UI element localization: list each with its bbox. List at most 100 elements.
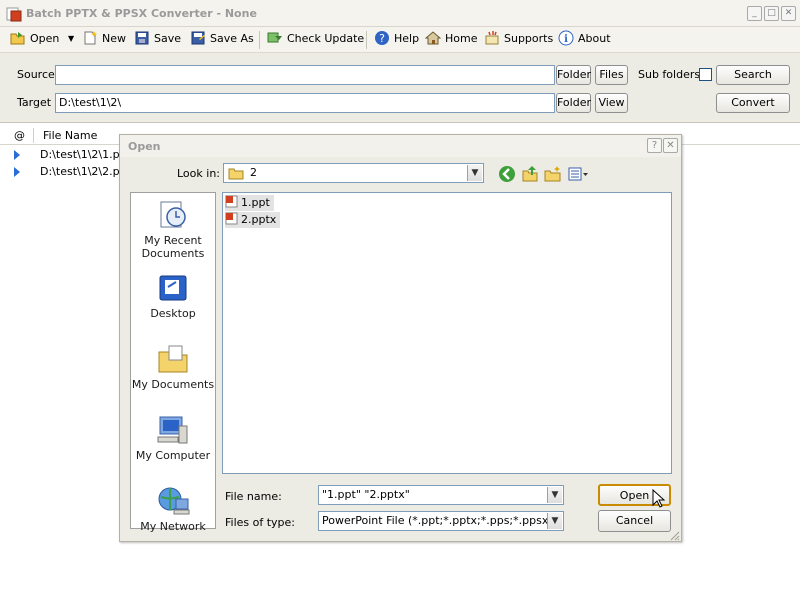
open-button[interactable]: Open bbox=[10, 30, 59, 50]
save-as-label: Save As bbox=[210, 32, 254, 45]
file-type-dropdown-icon[interactable]: ▼ bbox=[547, 513, 562, 529]
save-label: Save bbox=[154, 32, 182, 45]
mouse-cursor-icon bbox=[652, 489, 666, 508]
look-in-label: Look in: bbox=[177, 167, 220, 180]
my-network-icon bbox=[158, 487, 190, 515]
column-header-filename[interactable]: File Name bbox=[43, 129, 97, 142]
place-label: My Documents bbox=[131, 378, 215, 391]
folder-icon bbox=[228, 168, 244, 180]
subfolders-checkbox[interactable] bbox=[699, 68, 712, 81]
info-icon: i bbox=[558, 30, 574, 46]
view-menu-icon[interactable] bbox=[568, 166, 590, 182]
place-my-recent-documents[interactable]: My Recent Documents bbox=[131, 199, 215, 260]
dialog-help-button[interactable]: ? bbox=[647, 138, 662, 153]
new-folder-icon[interactable] bbox=[544, 165, 562, 183]
place-desktop[interactable]: Desktop bbox=[131, 272, 215, 320]
file-name: 2.pptx bbox=[241, 213, 277, 226]
minimize-button[interactable]: _ bbox=[747, 6, 762, 21]
recent-documents-icon bbox=[160, 201, 186, 228]
place-my-documents[interactable]: My Documents bbox=[131, 343, 215, 391]
home-icon bbox=[425, 31, 441, 45]
dialog-title: Open bbox=[128, 140, 161, 153]
file-name-dropdown-icon[interactable]: ▼ bbox=[547, 487, 562, 503]
convert-button[interactable]: Convert bbox=[716, 93, 790, 113]
file-name-label: File name: bbox=[225, 490, 282, 503]
close-button[interactable]: ✕ bbox=[781, 6, 796, 21]
new-button[interactable]: New bbox=[82, 30, 126, 50]
list-item[interactable]: D:\test\1\2\1.pp bbox=[40, 146, 127, 164]
target-input[interactable]: D:\test\1\2\ bbox=[55, 93, 555, 113]
my-documents-icon bbox=[158, 345, 188, 373]
up-folder-icon[interactable] bbox=[521, 165, 539, 183]
home-button[interactable]: Home bbox=[425, 30, 477, 50]
dialog-close-button[interactable]: ✕ bbox=[663, 138, 678, 153]
file-name-value: "1.ppt" "2.pptx" bbox=[322, 488, 410, 501]
save-as-icon bbox=[191, 31, 205, 45]
source-input[interactable] bbox=[55, 65, 555, 85]
row-expand-icon[interactable] bbox=[14, 167, 20, 177]
check-update-button[interactable]: Check Update bbox=[267, 30, 364, 50]
save-as-button[interactable]: Save As bbox=[190, 30, 254, 50]
maximize-button[interactable]: □ bbox=[764, 6, 779, 21]
column-divider bbox=[33, 128, 34, 143]
source-files-button[interactable]: Files bbox=[595, 65, 628, 85]
file-item[interactable]: 1.ppt bbox=[225, 195, 274, 211]
supports-icon bbox=[485, 31, 499, 45]
source-folder-button[interactable]: Folder bbox=[556, 65, 591, 85]
file-type-label: Files of type: bbox=[225, 516, 296, 529]
subfolders-label: Sub folders bbox=[638, 68, 701, 81]
look-in-dropdown-icon[interactable]: ▼ bbox=[467, 165, 482, 181]
place-label: My Computer bbox=[135, 449, 211, 462]
about-button[interactable]: i About bbox=[558, 30, 611, 50]
open-folder-icon bbox=[10, 32, 25, 45]
save-button[interactable]: Save bbox=[134, 30, 181, 50]
view-button[interactable]: View bbox=[595, 93, 628, 113]
place-my-network[interactable]: My Network bbox=[131, 485, 215, 533]
open-dialog: Open ? ✕ Look in: 2 ▼ My Recent Document… bbox=[119, 134, 682, 542]
check-update-label: Check Update bbox=[287, 32, 365, 45]
powerpoint-file-icon bbox=[225, 212, 238, 225]
resize-grip-icon[interactable] bbox=[668, 529, 680, 541]
file-item[interactable]: 2.pptx bbox=[225, 212, 281, 228]
svg-text:?: ? bbox=[379, 32, 385, 45]
svg-text:i: i bbox=[564, 34, 568, 45]
update-icon bbox=[267, 32, 282, 43]
desktop-icon bbox=[159, 275, 187, 301]
supports-button[interactable]: Supports bbox=[484, 30, 553, 50]
look-in-select[interactable]: 2 ▼ bbox=[223, 163, 484, 183]
search-button[interactable]: Search bbox=[716, 65, 790, 85]
title-bar: Batch PPTX & PPSX Converter - None _ □ ✕ bbox=[0, 0, 800, 27]
toolbar: Open ▼ New Save Save As Check Update ? He… bbox=[0, 27, 800, 53]
target-folder-button[interactable]: Folder bbox=[556, 93, 591, 113]
target-label: Target bbox=[17, 96, 52, 109]
file-type-select[interactable]: PowerPoint File (*.ppt;*.pptx;*.pps;*.pp… bbox=[318, 511, 564, 531]
dialog-title-bar: Open ? ✕ bbox=[120, 135, 681, 157]
about-label: About bbox=[578, 32, 611, 45]
new-label: New bbox=[102, 32, 126, 45]
source-label: Source bbox=[17, 68, 55, 81]
supports-label: Supports bbox=[504, 32, 554, 45]
open-label: Open bbox=[30, 32, 60, 45]
place-my-computer[interactable]: My Computer bbox=[131, 414, 215, 462]
file-name: 1.ppt bbox=[241, 196, 270, 209]
powerpoint-file-icon bbox=[225, 195, 238, 208]
new-document-icon bbox=[84, 31, 97, 45]
place-label: My Recent Documents bbox=[141, 234, 205, 260]
help-label: Help bbox=[394, 32, 420, 45]
file-type-value: PowerPoint File (*.ppt;*.pptx;*.pps;*.pp… bbox=[322, 514, 553, 527]
my-computer-icon bbox=[157, 416, 188, 444]
toolbar-separator bbox=[366, 31, 367, 49]
places-bar: My Recent Documents Desktop My Documents… bbox=[130, 192, 216, 533]
cancel-button[interactable]: Cancel bbox=[598, 510, 671, 532]
help-button[interactable]: ? Help bbox=[374, 30, 419, 50]
path-panel: Source Folder Files Sub folders Search T… bbox=[0, 53, 800, 123]
open-dropdown-arrow-icon[interactable]: ▼ bbox=[68, 30, 74, 50]
list-item[interactable]: D:\test\1\2\2.p bbox=[40, 163, 120, 181]
file-name-input[interactable]: "1.ppt" "2.pptx" ▼ bbox=[318, 485, 564, 505]
back-icon[interactable] bbox=[498, 165, 516, 183]
row-expand-icon[interactable] bbox=[14, 150, 20, 160]
column-header-at[interactable]: @ bbox=[14, 129, 25, 142]
save-icon bbox=[135, 31, 149, 45]
file-browser[interactable]: 1.ppt 2.pptx bbox=[222, 192, 672, 474]
toolbar-separator bbox=[259, 31, 260, 49]
